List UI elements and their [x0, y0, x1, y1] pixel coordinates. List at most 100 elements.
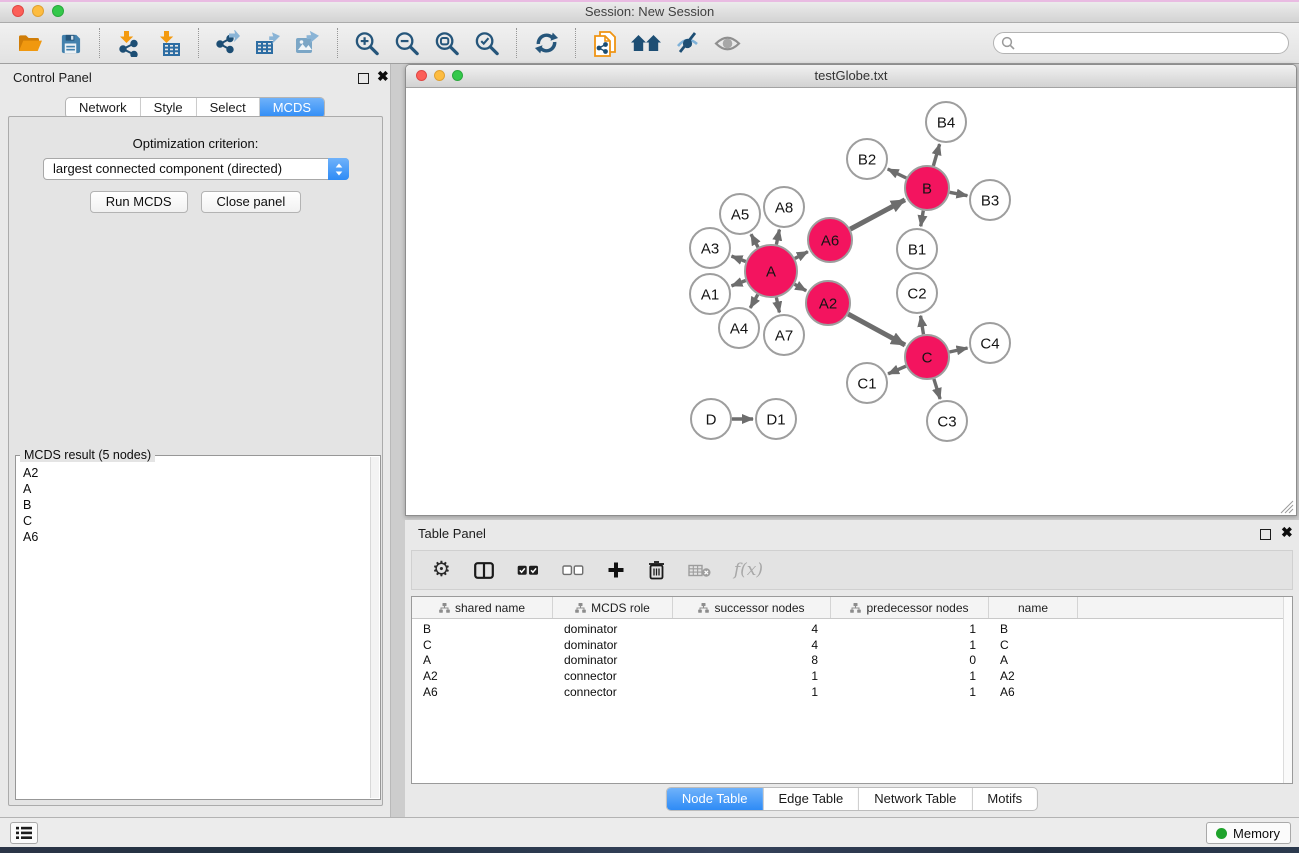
hide-graphics-details-button[interactable] — [672, 26, 702, 60]
import-table-button[interactable] — [154, 26, 184, 60]
column-selector-button[interactable] — [474, 562, 494, 579]
close-button[interactable] — [12, 5, 24, 17]
edge-A-A5[interactable] — [751, 234, 758, 247]
graph-node-C1[interactable]: C1 — [847, 363, 887, 403]
mcds-result-item[interactable]: A2 — [17, 465, 370, 481]
open-session-button[interactable] — [15, 26, 45, 60]
edge-B-B2[interactable] — [888, 169, 907, 178]
edge-B-B4[interactable] — [933, 144, 939, 166]
delete-table-button[interactable] — [688, 563, 711, 578]
edge-C-C2[interactable] — [921, 316, 924, 335]
graph-node-C2[interactable]: C2 — [897, 273, 937, 313]
table-row[interactable]: Cdominator41C — [412, 637, 1292, 653]
zoom-selected-button[interactable] — [472, 26, 502, 60]
graph-node-A7[interactable]: A7 — [764, 315, 804, 355]
create-column-button[interactable] — [607, 561, 625, 579]
zoom-out-button[interactable] — [392, 26, 422, 60]
new-network-from-selection-button[interactable] — [590, 26, 620, 60]
table-panel-close-button[interactable]: ✖ — [1281, 523, 1293, 541]
zoom-button[interactable] — [52, 5, 64, 17]
edge-C-C4[interactable] — [949, 348, 967, 352]
tab-motifs[interactable]: Motifs — [972, 788, 1037, 810]
import-network-button[interactable] — [114, 26, 144, 60]
graph-node-A6[interactable]: A6 — [808, 218, 852, 262]
apply-layout-button[interactable] — [531, 26, 561, 60]
edge-A-A1[interactable] — [732, 281, 746, 286]
tab-style[interactable]: Style — [141, 98, 197, 118]
edge-A-A8[interactable] — [776, 230, 779, 245]
table-row[interactable]: A2connector11A2 — [412, 668, 1292, 684]
delete-columns-button[interactable] — [648, 560, 665, 580]
graph-node-B[interactable]: B — [905, 166, 949, 210]
graph-node-D1[interactable]: D1 — [756, 399, 796, 439]
graph-node-D[interactable]: D — [691, 399, 731, 439]
column-header-predecessor-nodes[interactable]: predecessor nodes — [831, 597, 989, 618]
close-panel-button[interactable]: Close panel — [201, 191, 302, 213]
graph-node-A[interactable]: A — [745, 245, 797, 297]
graph-node-B4[interactable]: B4 — [926, 102, 966, 142]
table-row[interactable]: Adominator80A — [412, 652, 1292, 668]
graph-node-B1[interactable]: B1 — [897, 229, 937, 269]
memory-button[interactable]: Memory — [1206, 822, 1291, 844]
export-table-button[interactable] — [253, 26, 283, 60]
edge-A-A3[interactable] — [732, 256, 746, 261]
table-settings-button[interactable]: ⚙ — [432, 560, 451, 580]
tab-select[interactable]: Select — [197, 98, 260, 118]
column-header-name[interactable]: name — [989, 597, 1078, 618]
table-panel-float-button[interactable] — [1260, 529, 1271, 540]
graph-node-A4[interactable]: A4 — [719, 308, 759, 348]
graph-node-A3[interactable]: A3 — [690, 228, 730, 268]
result-list-scrollbar[interactable] — [370, 457, 379, 798]
edge-A6-B[interactable] — [850, 200, 905, 229]
mcds-result-item[interactable]: A6 — [17, 529, 370, 545]
graph-node-A8[interactable]: A8 — [764, 187, 804, 227]
tab-edge-table[interactable]: Edge Table — [763, 788, 859, 810]
deselect-all-rows-button[interactable] — [562, 565, 584, 576]
edge-C-C1[interactable] — [888, 366, 906, 374]
export-image-button[interactable] — [293, 26, 323, 60]
zoom-fit-button[interactable] — [432, 26, 462, 60]
tab-network-table[interactable]: Network Table — [859, 788, 972, 810]
search-input[interactable] — [993, 32, 1289, 54]
function-builder-button[interactable]: f(x) — [734, 560, 763, 580]
save-session-button[interactable] — [55, 26, 85, 60]
show-graphics-details-button[interactable] — [712, 26, 742, 60]
graph-node-C[interactable]: C — [905, 335, 949, 379]
edge-B-B3[interactable] — [950, 192, 968, 195]
table-scrollbar[interactable] — [1283, 597, 1292, 783]
tab-mcds[interactable]: MCDS — [260, 98, 324, 118]
column-header-MCDS-role[interactable]: MCDS role — [553, 597, 673, 618]
show-starter-panel-button[interactable] — [630, 26, 662, 60]
edge-A-A6[interactable] — [795, 252, 808, 259]
run-mcds-button[interactable]: Run MCDS — [90, 191, 188, 213]
zoom-in-button[interactable] — [352, 26, 382, 60]
edge-C-C3[interactable] — [934, 379, 940, 399]
column-header-shared-name[interactable]: shared name — [412, 597, 553, 618]
edge-B-B1[interactable] — [921, 211, 924, 227]
edge-A-A7[interactable] — [776, 297, 779, 312]
edge-A-A4[interactable] — [750, 295, 758, 308]
graph-node-C3[interactable]: C3 — [927, 401, 967, 441]
tab-node-table[interactable]: Node Table — [667, 788, 764, 810]
optimization-criterion-select[interactable]: largest connected component (directed) — [43, 158, 349, 180]
table-row[interactable]: A6connector11A6 — [412, 684, 1292, 700]
mcds-result-item[interactable]: B — [17, 497, 370, 513]
minimize-button[interactable] — [32, 5, 44, 17]
control-panel-close-button[interactable]: ✖ — [377, 67, 389, 85]
graph-node-A5[interactable]: A5 — [720, 194, 760, 234]
column-header-successor-nodes[interactable]: successor nodes — [673, 597, 831, 618]
graph-node-B3[interactable]: B3 — [970, 180, 1010, 220]
network-minimize-button[interactable] — [434, 70, 445, 81]
network-canvas[interactable]: AA1A2A3A4A5A6A7A8BB1B2B3B4CC1C2C3C4DD1 — [406, 88, 1296, 516]
task-history-button[interactable] — [10, 822, 38, 844]
table-row[interactable]: Bdominator41B — [412, 621, 1292, 637]
select-all-rows-button[interactable] — [517, 565, 539, 576]
mcds-result-item[interactable]: C — [17, 513, 370, 529]
graph-node-B2[interactable]: B2 — [847, 139, 887, 179]
resize-grip[interactable] — [1280, 500, 1294, 514]
tab-network[interactable]: Network — [66, 98, 141, 118]
mcds-result-item[interactable]: A — [17, 481, 370, 497]
control-panel-float-button[interactable] — [358, 73, 369, 84]
edge-A2-C[interactable] — [848, 314, 905, 345]
export-network-button[interactable] — [213, 26, 243, 60]
